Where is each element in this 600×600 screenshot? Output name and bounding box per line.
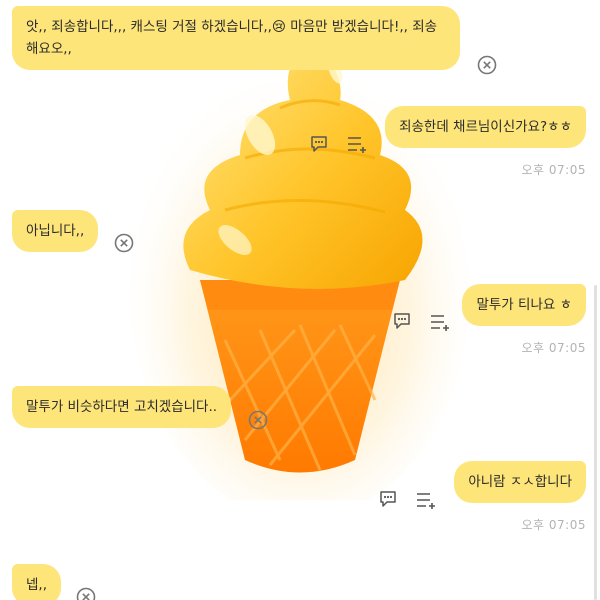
message-timestamp: 오후 07:05 bbox=[521, 163, 586, 177]
message-bubble-left[interactable]: 앗,, 죄송합니다,,, 캐스팅 거절 하겠습니다,,😢 마음만 받겠습니다!,… bbox=[12, 6, 460, 70]
message-bubble-right[interactable]: 죄송한데 채르님이신가요?ㅎㅎ bbox=[385, 106, 586, 148]
message-bubble-left[interactable]: 아닙니다,, bbox=[12, 210, 99, 252]
message-text: 넵,, bbox=[26, 577, 48, 593]
message-bubble-left[interactable]: 말투가 비슷하다면 고치겠습니다.. bbox=[12, 386, 232, 428]
message-bubble-right[interactable]: 아니람 ㅈㅅ합니다 bbox=[454, 461, 586, 503]
message-text: 말투가 티나요 ㅎ bbox=[476, 297, 572, 313]
message-timestamp: 오후 07:05 bbox=[521, 518, 586, 532]
list-add-icon[interactable] bbox=[429, 312, 451, 332]
comment-icon[interactable] bbox=[310, 134, 332, 154]
scrollbar[interactable] bbox=[594, 285, 597, 600]
close-icon[interactable] bbox=[477, 55, 497, 75]
message-timestamp: 오후 07:05 bbox=[521, 341, 586, 355]
close-icon[interactable] bbox=[248, 410, 268, 430]
list-add-icon[interactable] bbox=[346, 134, 368, 154]
comment-icon[interactable] bbox=[393, 311, 415, 331]
message-text: 아니람 ㅈㅅ합니다 bbox=[468, 474, 572, 490]
message-text: 말투가 비슷하다면 고치겠습니다.. bbox=[26, 399, 218, 415]
message-bubble-left[interactable]: 넵,, bbox=[12, 564, 62, 600]
comment-icon[interactable] bbox=[379, 489, 401, 509]
message-text: 앗,, 죄송합니다,,, 캐스팅 거절 하겠습니다,,😢 마음만 받겠습니다!,… bbox=[26, 19, 438, 57]
close-icon[interactable] bbox=[76, 587, 96, 600]
close-icon[interactable] bbox=[114, 233, 134, 253]
message-text: 죄송한데 채르님이신가요?ㅎㅎ bbox=[399, 119, 572, 135]
list-add-icon[interactable] bbox=[415, 490, 437, 510]
message-bubble-right[interactable]: 말투가 티나요 ㅎ bbox=[462, 284, 586, 326]
message-text: 아닙니다,, bbox=[26, 223, 85, 239]
